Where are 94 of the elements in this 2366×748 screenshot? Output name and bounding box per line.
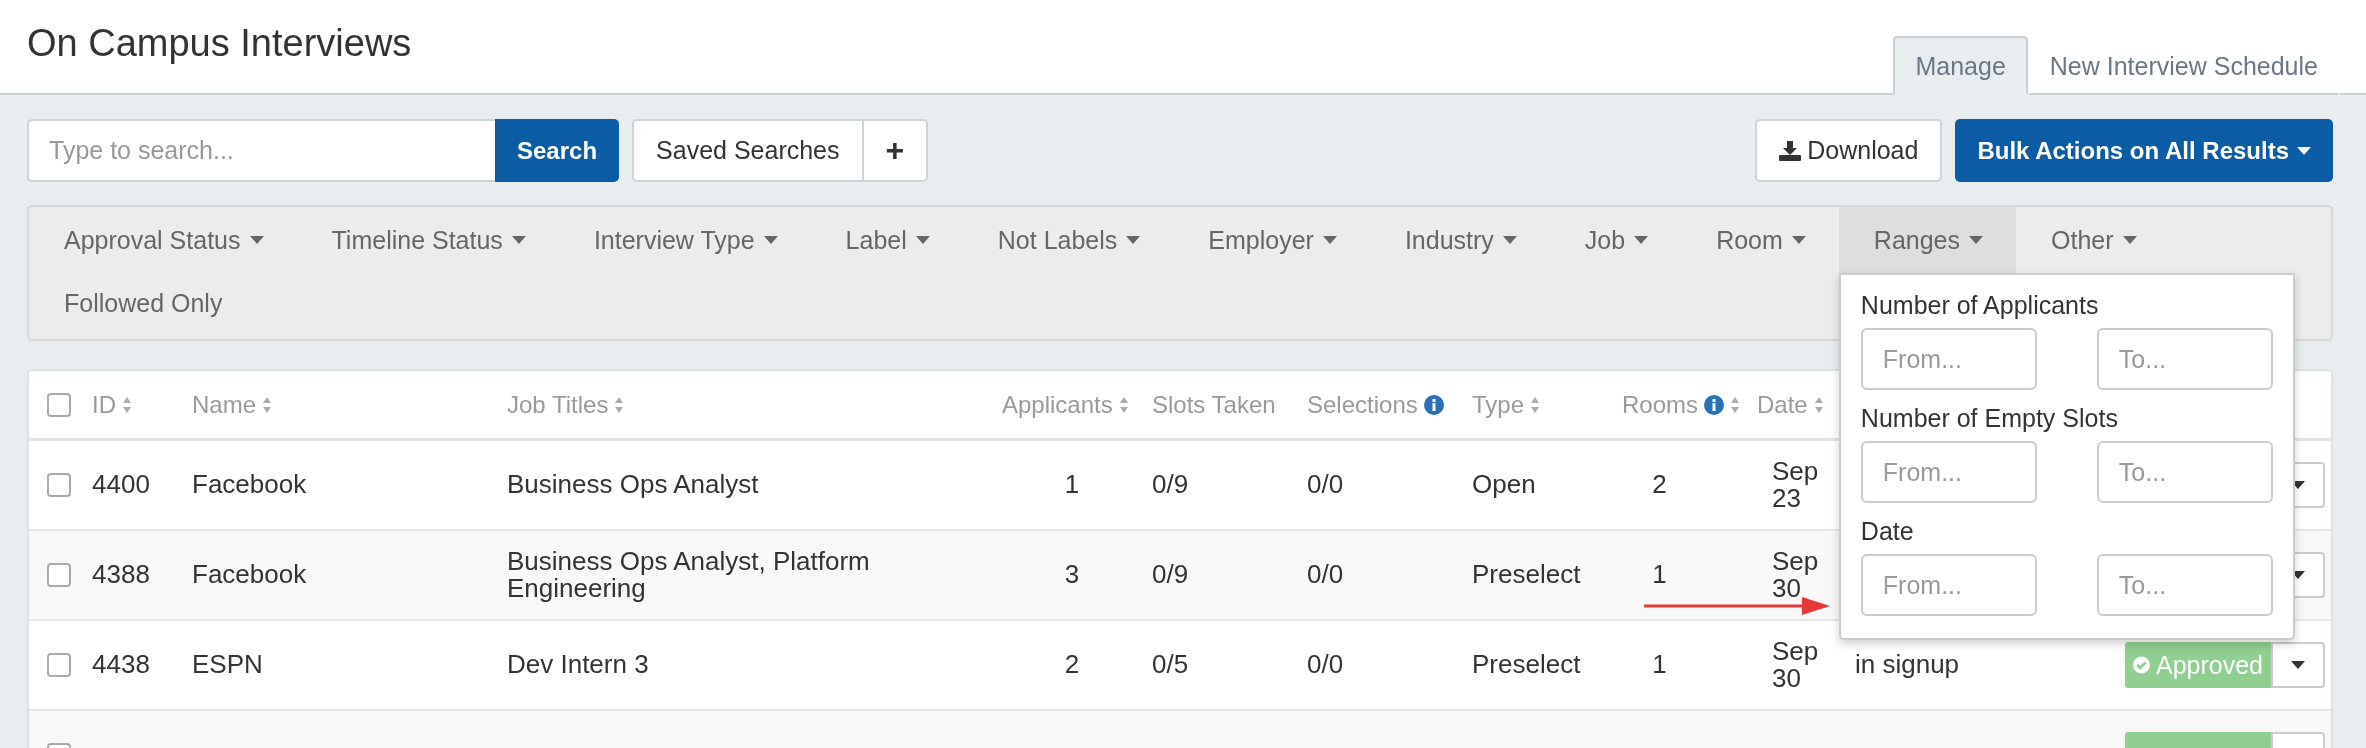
approved-badge: Approved [2125,642,2271,688]
column-header[interactable]: Slots Taken [1152,390,1307,419]
table-cell-text: 0/0 [1307,471,1345,499]
table-cell-text: Business Ops Analyst [507,471,760,499]
download-icon [1779,140,1802,161]
column-header[interactable]: Selections [1307,390,1472,419]
table-cell-text: Preselect [1472,651,1582,679]
range-label: Date [1860,517,1915,546]
from-field[interactable]: From... [1860,441,2037,503]
sort-icon[interactable] [122,395,132,414]
table-cell-text: 0/5 [1152,651,1190,679]
range-label: Number of Applicants [1860,291,2100,320]
caret-icon [249,236,264,244]
to-field[interactable]: To... [2096,554,2273,616]
table-cell-text: 1 [1651,651,1668,679]
caret-icon [1126,236,1141,244]
add-button[interactable]: + [863,119,929,182]
caret-icon [2297,146,2311,155]
caret-icon [511,236,526,244]
column-header[interactable]: Type [1472,390,1622,419]
caret-icon [1502,236,1517,244]
table-cell-text: 3 [1063,561,1081,589]
table-cell-text: 0/0 [1307,561,1345,589]
select-all-checkbox[interactable] [47,392,71,417]
download-button[interactable]: Download [1755,119,1943,182]
table-cell-text: Business Ops Analyst, Platform Engineering [507,547,871,603]
bulk-actions-button[interactable]: Bulk Actions on All Results [1955,119,2333,182]
table-cell-text: 4388 [92,561,151,589]
table-cell-text: Facebook [192,561,308,589]
to-field[interactable]: To... [2096,441,2273,503]
info-icon[interactable] [1704,394,1725,415]
saved-searches-button[interactable]: Saved Searches [632,119,864,182]
caret-icon [1322,236,1337,244]
sort-icon[interactable] [1530,395,1541,414]
sort-icon[interactable] [1118,395,1129,414]
filter-dropdown[interactable]: Other [2016,207,2170,273]
filter-dropdown[interactable]: Job [1549,207,1682,273]
table-cell-text: Open [1472,471,1537,499]
column-header[interactable]: Rooms [1622,390,1757,419]
filter-dropdown[interactable]: Not Labels [962,207,1174,273]
caret-icon [763,236,778,244]
sort-icon[interactable] [1813,395,1824,414]
filter-dropdown[interactable]: Label [810,207,963,273]
info-icon[interactable] [1423,394,1444,415]
table-cell-text: Sep 30 [1771,637,1820,693]
sort-icon[interactable] [1730,395,1741,414]
tab[interactable]: Manage [1893,36,2028,95]
row-checkbox[interactable] [47,473,71,497]
table-cell-text: in signup [1854,651,1961,679]
table-cell-text: 2 [1651,471,1668,499]
table-cell-text: 0/9 [1152,471,1190,499]
column-header[interactable]: Job Titles [507,390,1002,419]
from-field[interactable]: From... [1860,328,2037,390]
table-cell-text: Sep 23 [1771,457,1820,513]
table-cell-text: Sep 30 [1771,547,1820,603]
table-cell-text: 1 [1063,471,1081,499]
table-cell-text: 0/0 [1307,651,1345,679]
caret-icon [915,236,930,244]
range-label: Number of Empty Slots [1860,404,2119,433]
filter-dropdown[interactable]: Industry [1369,207,1550,273]
row-checkbox[interactable] [47,653,71,677]
caret-icon [1634,236,1649,244]
caret-icon [1791,236,1806,244]
filter-dropdown[interactable]: Timeline Status [296,207,559,273]
table-cell-text: ESPN [192,651,264,679]
caret-icon [1969,236,1983,244]
page-title: On Campus Interviews [27,21,412,65]
filter-dropdown[interactable]: Approval Status [29,207,297,273]
table-cell-text: 2 [1063,651,1081,679]
table-cell-text: Facebook [192,471,308,499]
search-field[interactable]: Type to search... [27,119,495,182]
filter-dropdown[interactable]: Room [1681,207,1839,273]
row-menu-button[interactable] [2271,642,2325,688]
row-checkbox[interactable] [47,563,71,587]
caret-icon [2291,661,2305,669]
to-field[interactable]: To... [2096,328,2273,390]
table-cell-text: 4400 [92,471,151,499]
column-header[interactable]: Applicants [1002,390,1152,419]
table-cell-text: 1 [1651,561,1668,589]
table-cell-text: Dev Intern 3 [507,651,650,679]
check-circle-icon [2133,655,2150,675]
table-cell-text: 4438 [92,651,151,679]
from-field[interactable]: From... [1860,554,2037,616]
filter-dropdown[interactable]: Employer [1173,207,1370,273]
sort-icon[interactable] [262,395,273,414]
search-button[interactable]: Search [495,119,620,182]
table-cell-text: 0/9 [1152,561,1190,589]
filter-dropdown[interactable]: Interview Type [558,207,811,273]
followed-only-filter[interactable]: Followed Only [29,273,223,333]
column-header[interactable]: Name [192,390,507,419]
column-header[interactable]: ID [92,390,192,419]
caret-icon [2122,236,2137,244]
sort-icon[interactable] [614,395,625,414]
table-cell-text: Preselect [1472,561,1582,589]
